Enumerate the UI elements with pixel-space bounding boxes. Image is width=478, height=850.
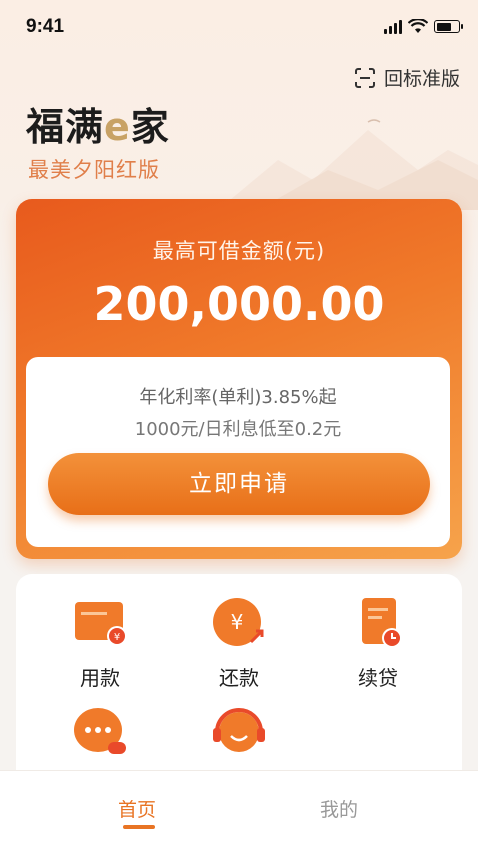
max-loan-label: 最高可借金额(元) (152, 239, 326, 263)
interest-rate-text: 年化利率(单利)3.85%起 (139, 387, 337, 408)
apply-now-button[interactable]: 立即申请 (48, 453, 430, 515)
daily-interest-text: 1000元/日利息低至0.2元 (134, 419, 342, 440)
app-subtitle: 最美夕阳红版 (28, 158, 160, 182)
mountain-decoration (218, 119, 478, 210)
headset-icon (213, 708, 265, 752)
service-label: 用款 (80, 666, 120, 690)
svg-text:¥: ¥ (114, 632, 120, 643)
service-repay[interactable]: ¥ 还款 (179, 596, 299, 691)
service-renew-loan[interactable]: 续贷 (318, 596, 438, 691)
svg-text:¥: ¥ (231, 610, 244, 634)
signal-icon (384, 19, 402, 34)
loan-card: 最高可借金额(元) 200,000.00 年化利率(单利)3.85%起 1000… (16, 199, 462, 559)
wifi-icon (408, 19, 428, 33)
tab-mine[interactable]: 我的 (320, 795, 358, 822)
battery-icon (434, 20, 463, 33)
switch-label: 回标准版 (383, 68, 460, 90)
chat-bubble-icon (74, 708, 126, 754)
coin-yuan-icon: ¥ (213, 598, 264, 646)
document-clock-icon (362, 598, 402, 648)
tab-home[interactable]: 首页 (118, 795, 156, 822)
card-yuan-icon: ¥ (75, 602, 127, 646)
loan-details-panel: 年化利率(单利)3.85%起 1000元/日利息低至0.2元 立即申请 (26, 357, 450, 547)
active-tab-indicator (123, 825, 155, 829)
services-panel: ¥ 用款 ¥ 还款 续贷 消息 (16, 574, 462, 798)
app-title: 福满e家 (26, 105, 170, 149)
bottom-tab-bar: 首页 我的 (0, 770, 478, 850)
service-label: 续贷 (358, 666, 398, 690)
max-loan-amount: 200,000.00 (93, 277, 385, 331)
service-label: 还款 (219, 666, 259, 690)
service-withdraw[interactable]: ¥ 用款 (40, 596, 160, 691)
status-bar: 9:41 (0, 0, 478, 56)
status-time: 9:41 (26, 16, 65, 37)
switch-standard-version-button[interactable]: 回标准版 (354, 64, 460, 91)
switch-icon (354, 67, 375, 88)
